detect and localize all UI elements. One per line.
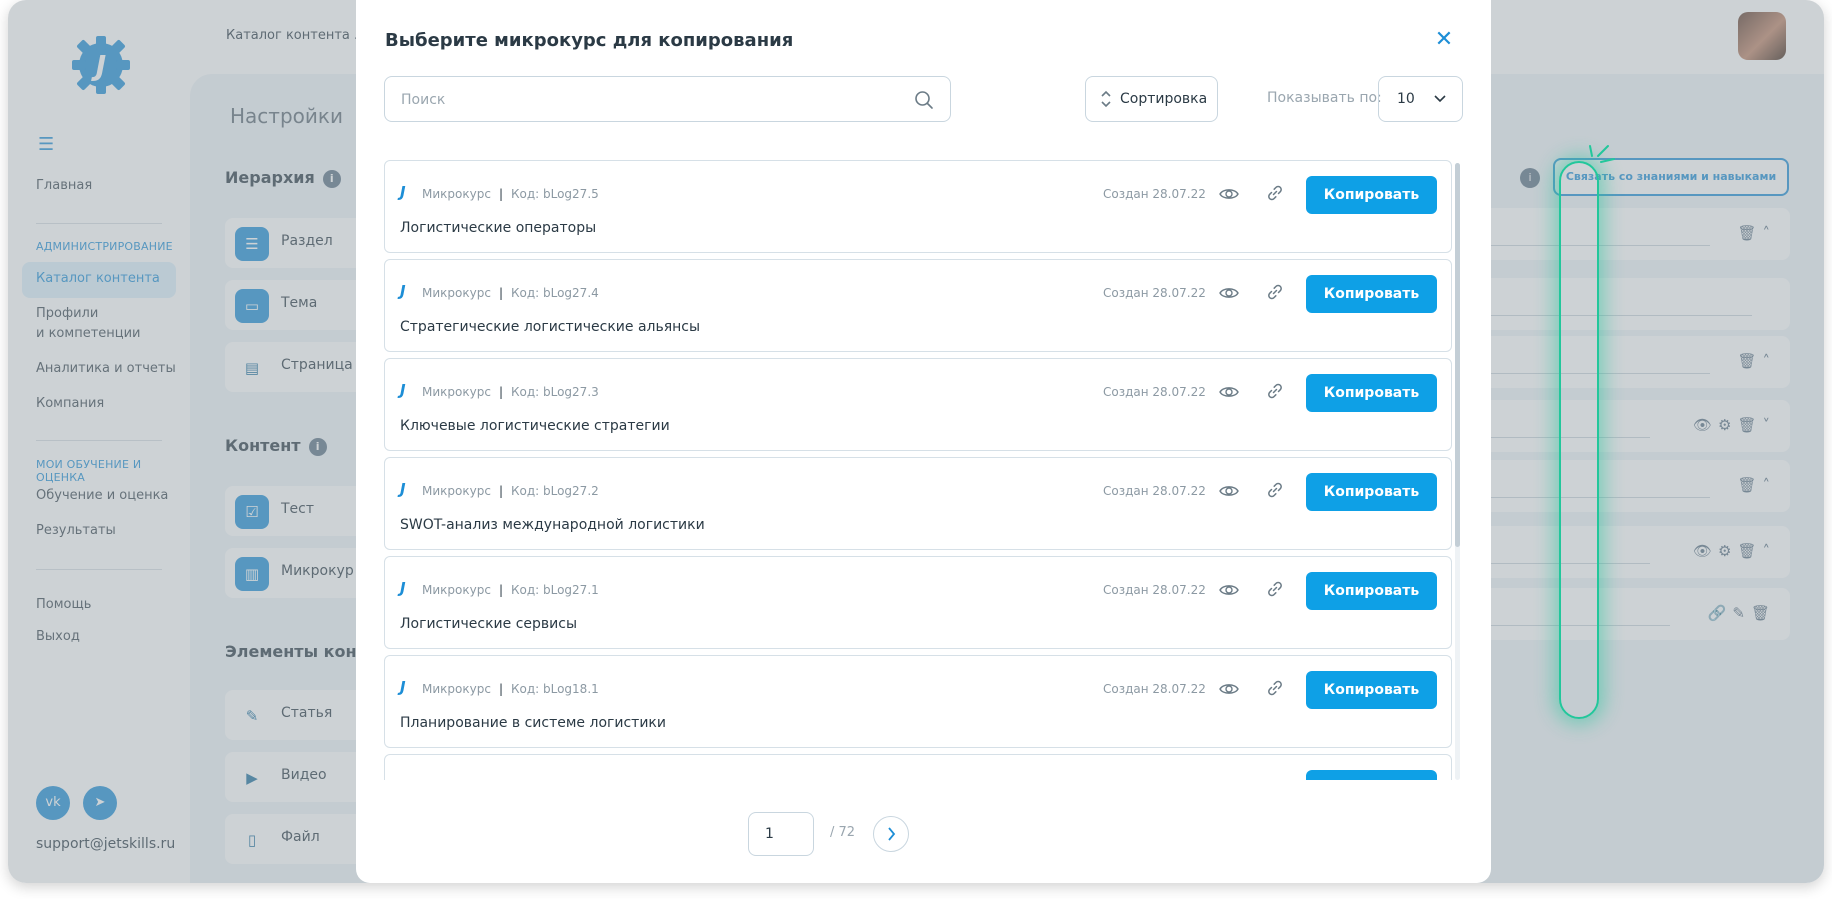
copy-button[interactable]: Копировать — [1306, 275, 1437, 313]
microcourse-meta: Микрокурс | Код: bLog27.1 — [422, 583, 599, 597]
microcourse-icon: J — [400, 183, 406, 201]
microcourse-list[interactable]: J Микрокурс | Код: bLog27.5 Логистические оп… — [384, 160, 1452, 780]
microcourse-row[interactable]: J Микрокурс | Код: bLog27.3 Ключевые логисти… — [384, 358, 1452, 451]
link-icon[interactable] — [1265, 381, 1285, 401]
microcourse-meta: Микрокурс | Код: bLog27.5 — [422, 187, 599, 201]
microcourse-icon: J — [400, 579, 406, 597]
separator: | — [498, 484, 503, 498]
page-total: / 72 — [830, 825, 856, 840]
page-input[interactable]: 1 — [748, 812, 814, 856]
microcourse-icon: J — [400, 480, 406, 498]
search-input[interactable] — [401, 89, 881, 111]
sort-button[interactable]: Сортировка — [1085, 76, 1218, 122]
eye-icon[interactable] — [1218, 183, 1240, 205]
created-date: Создан 28.07.22 — [1103, 682, 1206, 696]
copy-button[interactable]: Копировать — [1306, 473, 1437, 511]
created-date: Создан 28.07.22 — [1103, 583, 1206, 597]
microcourse-row[interactable]: J Микрокурс | Код: bLog27.4 Стратегические л… — [384, 259, 1452, 352]
microcourse-meta: Микрокурс | Код: bLog27.3 — [422, 385, 599, 399]
separator: | — [498, 682, 503, 696]
microcourse-code: Код: bLog27.2 — [510, 484, 599, 498]
copy-microcourse-modal: Выберите микрокурс для копирования ✕ Сор… — [356, 0, 1615, 883]
microcourse-row[interactable]: J Микрокурс | Код: bLog27.1 Логистические се… — [384, 556, 1452, 649]
created-date: Создан 28.07.22 — [1103, 385, 1206, 399]
link-icon[interactable] — [1265, 480, 1285, 500]
separator: | — [498, 187, 503, 201]
separator: | — [498, 583, 503, 597]
separator: | — [498, 385, 503, 399]
microcourse-type: Микрокурс — [422, 583, 491, 597]
search-icon[interactable] — [914, 90, 934, 110]
microcourse-code: Код: bLog27.1 — [510, 583, 599, 597]
copy-button[interactable]: Копировать — [1306, 770, 1437, 780]
eye-icon[interactable] — [1218, 678, 1240, 700]
microcourse-title[interactable]: Логистические сервисы — [400, 616, 577, 632]
sort-arrows-icon — [1101, 90, 1111, 108]
chevron-right-icon — [888, 827, 896, 841]
microcourse-row[interactable]: J Микрокурс | Код: bLog27.2 SWOT-анализ межд… — [384, 457, 1452, 550]
microcourse-code: Код: bLog27.5 — [510, 187, 599, 201]
created-date: Создан 28.07.22 — [1103, 187, 1206, 201]
app-window: J ☰ Главная АДМИНИСТРИРОВАНИЕ Каталог ко… — [8, 0, 1824, 883]
per-page-select[interactable]: 10 — [1378, 76, 1463, 122]
separator: | — [498, 286, 503, 300]
close-icon[interactable]: ✕ — [1432, 28, 1456, 52]
chevron-down-icon — [1434, 95, 1446, 103]
microcourse-type: Микрокурс — [422, 187, 491, 201]
link-icon[interactable] — [1265, 678, 1285, 698]
microcourse-title[interactable]: Ключевые логистические стратегии — [400, 418, 670, 434]
microcourse-meta: Микрокурс | Код: bLog18.1 — [422, 682, 599, 696]
link-icon[interactable] — [1265, 183, 1285, 203]
microcourse-type: Микрокурс — [422, 385, 491, 399]
microcourse-type: Микрокурс — [422, 286, 491, 300]
microcourse-title[interactable]: Стратегические логистические альянсы — [400, 319, 700, 335]
microcourse-title[interactable]: Логистические операторы — [400, 220, 596, 236]
microcourse-title[interactable]: SWOT-анализ международной логистики — [400, 517, 705, 533]
microcourse-code: Код: bLog27.4 — [510, 286, 599, 300]
microcourse-icon: J — [400, 381, 406, 399]
microcourse-icon: J — [400, 678, 406, 696]
eye-icon[interactable] — [1218, 282, 1240, 304]
microcourse-row[interactable]: J Микрокурс | Код: bLog27.5 Логистические оп… — [384, 160, 1452, 253]
copy-button[interactable]: Копировать — [1306, 572, 1437, 610]
microcourse-type: Микрокурс — [422, 682, 491, 696]
per-page-value: 10 — [1397, 91, 1415, 107]
link-icon[interactable] — [1265, 282, 1285, 302]
microcourse-meta: Микрокурс | Код: bLog27.2 — [422, 484, 599, 498]
eye-icon[interactable] — [1218, 579, 1240, 601]
copy-button[interactable]: Копировать — [1306, 176, 1437, 214]
scrollbar-thumb[interactable] — [1455, 163, 1460, 547]
microcourse-row-partial[interactable]: Копировать — [384, 754, 1452, 780]
microcourse-type: Микрокурс — [422, 484, 491, 498]
microcourse-icon: J — [400, 282, 406, 300]
link-icon[interactable] — [1265, 579, 1285, 599]
modal-title: Выберите микрокурс для копирования — [385, 30, 794, 51]
copy-button[interactable]: Копировать — [1306, 374, 1437, 412]
eye-icon[interactable] — [1218, 480, 1240, 502]
microcourse-title[interactable]: Планирование в системе логистики — [400, 715, 666, 731]
microcourse-meta: Микрокурс | Код: bLog27.4 — [422, 286, 599, 300]
microcourse-code: Код: bLog27.3 — [510, 385, 599, 399]
per-page-label: Показывать по: — [1267, 90, 1382, 106]
microcourse-code: Код: bLog18.1 — [510, 682, 599, 696]
created-date: Создан 28.07.22 — [1103, 286, 1206, 300]
copy-button[interactable]: Копировать — [1306, 671, 1437, 709]
eye-icon[interactable] — [1218, 381, 1240, 403]
search-field[interactable] — [384, 76, 951, 122]
sort-label: Сортировка — [1120, 91, 1208, 107]
scrollbar[interactable] — [1455, 163, 1460, 780]
microcourse-row[interactable]: J Микрокурс | Код: bLog18.1 Планирование в с… — [384, 655, 1452, 748]
created-date: Создан 28.07.22 — [1103, 484, 1206, 498]
next-page-button[interactable] — [873, 816, 909, 852]
